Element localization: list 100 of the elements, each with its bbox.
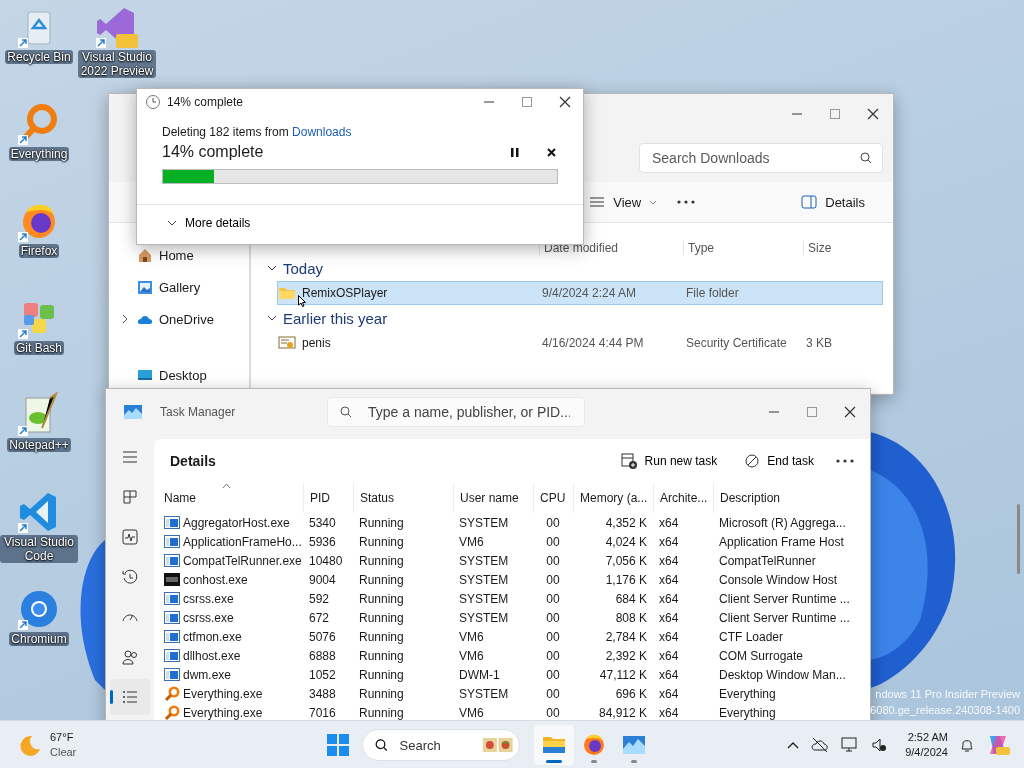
process-name: csrss.exe bbox=[183, 610, 234, 625]
table-cell-text: Desktop Window Man... bbox=[718, 666, 847, 684]
maximize-icon[interactable] bbox=[806, 406, 818, 418]
column-header[interactable]: Size bbox=[803, 241, 873, 255]
window-icon bbox=[164, 516, 180, 529]
table-cell-text: x64 bbox=[658, 704, 680, 722]
table-cell-text: 4,352 K bbox=[604, 514, 648, 532]
search-box[interactable]: Type a name, publisher, or PID... bbox=[327, 397, 585, 427]
search-field[interactable]: Type a name, publisher, or PID... bbox=[366, 403, 572, 421]
clock[interactable]: 2:52 AM 9/4/2024 bbox=[905, 730, 948, 760]
cancel-button[interactable] bbox=[545, 145, 558, 159]
folder-link[interactable]: Downloads bbox=[292, 125, 352, 139]
process-name: conhost.exe bbox=[183, 572, 248, 587]
table-cell-text: Running bbox=[358, 647, 405, 665]
table-cell-text: 00 bbox=[545, 590, 561, 608]
column-header[interactable]: Description bbox=[713, 483, 853, 513]
close-icon[interactable] bbox=[844, 406, 856, 418]
volume-muted-icon[interactable] bbox=[871, 737, 888, 753]
column-header[interactable]: Name bbox=[158, 483, 303, 513]
maximize-icon[interactable] bbox=[829, 108, 841, 120]
search-box[interactable]: Search bbox=[362, 729, 520, 761]
details-button[interactable]: Details bbox=[797, 190, 869, 214]
column-header[interactable]: PID bbox=[303, 483, 353, 513]
bell-icon[interactable] bbox=[960, 737, 974, 753]
file-row[interactable]: RemixOSPlayer 9/4/2024 2:24 AM File folder bbox=[277, 281, 883, 305]
table-cell-text: 3488 bbox=[308, 685, 337, 703]
table-cell-text: 2,392 K bbox=[604, 647, 648, 665]
search-field[interactable]: Search Downloads bbox=[650, 149, 860, 167]
file-type: Security Certificate bbox=[686, 336, 788, 350]
file-name: RemixOSPlayer bbox=[302, 286, 389, 300]
table-cell-text: Microsoft (R) Aggrega... bbox=[718, 514, 847, 532]
table-cell-text: 00 bbox=[545, 609, 561, 627]
magnifier-icon bbox=[164, 685, 180, 702]
table-cell-text: 592 bbox=[308, 590, 331, 608]
menu-icon bbox=[121, 448, 139, 466]
table-cell-text: 00 bbox=[545, 666, 561, 684]
chevron-down-icon[interactable] bbox=[267, 313, 277, 323]
table-cell-text: Console Window Host bbox=[718, 571, 839, 589]
run-task-button[interactable]: Run new task bbox=[614, 449, 724, 473]
process-name: dllhost.exe bbox=[183, 648, 241, 663]
maximize-icon[interactable] bbox=[521, 96, 533, 108]
table-cell-text: Everything bbox=[718, 685, 777, 703]
sidebar-item[interactable]: Gallery bbox=[159, 279, 201, 295]
window-icon bbox=[164, 554, 180, 567]
table-cell-text: VM6 bbox=[458, 533, 485, 551]
sidebar-item[interactable]: Home bbox=[159, 247, 194, 263]
column-header[interactable]: Type bbox=[683, 241, 803, 255]
window-icon bbox=[164, 630, 180, 643]
sort-up-icon[interactable] bbox=[222, 483, 231, 489]
table-cell-text: 5340 bbox=[308, 514, 337, 532]
column-header[interactable]: User name bbox=[453, 483, 533, 513]
table-cell-text: 00 bbox=[545, 685, 561, 703]
search-icon bbox=[375, 737, 388, 753]
table-cell-text: Running bbox=[358, 685, 405, 703]
window-title: Task Manager bbox=[160, 405, 237, 419]
chevron-down-icon[interactable] bbox=[267, 263, 277, 273]
process-name: csrss.exe bbox=[183, 591, 234, 606]
window-icon bbox=[164, 611, 180, 624]
table-cell-text: 84,912 K bbox=[597, 704, 648, 722]
table-cell-text: Running bbox=[358, 666, 405, 684]
window-title: 14% complete bbox=[167, 95, 245, 109]
close-icon[interactable] bbox=[559, 96, 571, 108]
search-field[interactable]: Search bbox=[397, 736, 472, 754]
more-icon[interactable] bbox=[836, 459, 854, 463]
table-cell-text: VM6 bbox=[458, 647, 485, 665]
column-header[interactable]: Status bbox=[353, 483, 453, 513]
file-row[interactable]: penis 4/16/2024 4:44 PM Security Certificate 3 KB bbox=[277, 331, 883, 355]
chart-window-icon bbox=[622, 733, 646, 757]
column-header[interactable]: Memory (a... bbox=[573, 483, 653, 513]
app-icon bbox=[124, 405, 142, 419]
windows-icon bbox=[327, 734, 349, 756]
search-box[interactable]: Search Downloads bbox=[639, 143, 883, 173]
more-icon[interactable] bbox=[677, 200, 696, 204]
chevron-up-icon[interactable] bbox=[787, 741, 800, 749]
table-cell-text: x64 bbox=[658, 609, 680, 627]
chevron-right-icon[interactable] bbox=[122, 314, 128, 324]
home-icon bbox=[137, 247, 153, 263]
table-cell-text: 1052 bbox=[308, 666, 337, 684]
build-text: ndows 11 Pro Insider Preview bbox=[874, 687, 1020, 702]
table-cell-text: Running bbox=[358, 628, 405, 646]
end-task-button[interactable]: End task bbox=[739, 450, 820, 472]
table-cell-text: 7,056 K bbox=[604, 552, 648, 570]
taskbar-app[interactable] bbox=[534, 725, 574, 765]
scrollbar[interactable] bbox=[1017, 504, 1020, 574]
pause-button[interactable] bbox=[509, 145, 521, 159]
process-name: CompatTelRunner.exe bbox=[183, 553, 302, 568]
cloud-off-icon[interactable] bbox=[811, 737, 830, 753]
column-header[interactable]: Archite... bbox=[653, 483, 713, 513]
process-name: Everything.exe bbox=[183, 686, 263, 701]
close-icon[interactable] bbox=[867, 108, 879, 120]
sidebar-item[interactable]: OneDrive bbox=[159, 311, 214, 327]
sidebar-item[interactable]: Desktop bbox=[159, 367, 207, 383]
monitor-icon[interactable] bbox=[841, 737, 860, 753]
build-text: 6080.ge_release.240308-1400 bbox=[870, 703, 1020, 718]
history-icon bbox=[121, 568, 139, 586]
nav-button[interactable] bbox=[110, 679, 150, 715]
more-details-button[interactable]: More details bbox=[137, 205, 281, 241]
view-button[interactable]: View bbox=[585, 190, 662, 214]
column-header[interactable]: CPU bbox=[533, 483, 573, 513]
table-cell-text: COM Surrogate bbox=[718, 647, 805, 665]
